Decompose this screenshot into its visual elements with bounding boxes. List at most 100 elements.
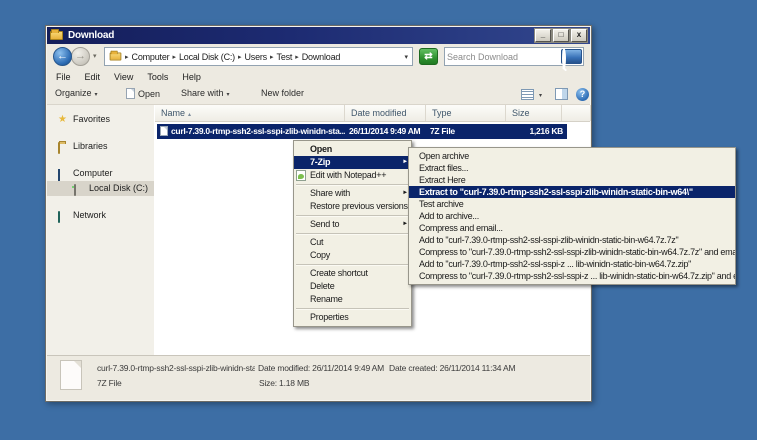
seven-zip-submenu: Open archive Extract files... Extract He… bbox=[408, 147, 736, 285]
open-button[interactable]: Open bbox=[126, 88, 160, 99]
title-bar[interactable]: Download _ □ x bbox=[47, 27, 590, 44]
sidebar-item-local-disk-c[interactable]: Local Disk (C:) bbox=[47, 181, 154, 196]
menu-separator bbox=[296, 233, 409, 234]
folder-icon bbox=[50, 31, 63, 40]
context-menu-item-cut[interactable]: Cut bbox=[294, 236, 411, 249]
column-header-type[interactable]: Type bbox=[426, 105, 506, 121]
history-dropdown-icon[interactable]: ▾ bbox=[93, 52, 97, 60]
context-menu-item-delete[interactable]: Delete bbox=[294, 280, 411, 293]
context-menu-item-copy[interactable]: Copy bbox=[294, 249, 411, 262]
command-toolbar: Organize▾ Open Share with▾ New folder ▾ … bbox=[47, 85, 590, 104]
breadcrumb-item-computer[interactable]: Computer bbox=[132, 52, 170, 62]
file-row-selected[interactable]: curl-7.39.0-rtmp-ssh2-ssl-sspi-zlib-wini… bbox=[157, 124, 567, 139]
column-header-blank[interactable] bbox=[562, 105, 591, 121]
submenu-item-extract-here[interactable]: Extract Here bbox=[409, 174, 735, 186]
refresh-button[interactable]: ⇄ bbox=[419, 48, 438, 65]
address-folder-icon bbox=[110, 52, 122, 60]
sort-ascending-icon: ▴ bbox=[188, 112, 191, 118]
preview-pane-button[interactable] bbox=[555, 88, 568, 100]
menu-help[interactable]: Help bbox=[182, 72, 201, 82]
menu-tools[interactable]: Tools bbox=[147, 72, 168, 82]
context-menu-item-edit-with-notepad[interactable]: Edit with Notepad++ bbox=[294, 169, 411, 182]
help-button[interactable]: ? bbox=[576, 88, 589, 101]
submenu-item-test-archive[interactable]: Test archive bbox=[409, 198, 735, 210]
share-with-button[interactable]: Share with▾ bbox=[181, 88, 230, 98]
breadcrumb-arrow-icon: ▸ bbox=[172, 53, 176, 61]
search-button[interactable] bbox=[561, 49, 582, 64]
details-pane: curl-7.39.0-rtmp-ssh2-ssl-sspi-zlib-wini… bbox=[47, 355, 590, 396]
menu-separator bbox=[296, 215, 409, 216]
submenu-item-add-to-archive[interactable]: Add to archive... bbox=[409, 210, 735, 222]
maximize-button[interactable]: □ bbox=[553, 29, 569, 42]
address-bar[interactable]: ▸ Computer ▸ Local Disk (C:) ▸ Users ▸ T… bbox=[104, 47, 413, 66]
close-button[interactable]: x bbox=[571, 29, 587, 42]
context-menu-item-create-shortcut[interactable]: Create shortcut bbox=[294, 267, 411, 280]
submenu-item-extract-files[interactable]: Extract files... bbox=[409, 162, 735, 174]
file-type: 7Z File bbox=[430, 124, 506, 139]
disk-drive-icon bbox=[74, 184, 76, 196]
context-menu-item-restore-previous-versions[interactable]: Restore previous versions bbox=[294, 200, 411, 213]
menu-view[interactable]: View bbox=[114, 72, 133, 82]
7z-file-large-icon bbox=[60, 360, 82, 390]
details-size: Size: 1.18 MB bbox=[259, 378, 309, 388]
context-menu-item-share-with[interactable]: Share with► bbox=[294, 187, 411, 200]
7z-file-icon bbox=[160, 126, 168, 136]
sidebar-item-computer[interactable]: Computer bbox=[47, 166, 154, 181]
change-view-button[interactable] bbox=[521, 89, 534, 100]
change-view-dropdown-icon[interactable]: ▾ bbox=[539, 92, 542, 99]
menu-edit[interactable]: Edit bbox=[85, 72, 101, 82]
context-menu-item-send-to[interactable]: Send to► bbox=[294, 218, 411, 231]
file-name: curl-7.39.0-rtmp-ssh2-ssl-sspi-zlib-wini… bbox=[171, 124, 345, 139]
forward-button[interactable]: → bbox=[71, 47, 90, 66]
submenu-item-open-archive[interactable]: Open archive bbox=[409, 150, 735, 162]
chevron-down-icon: ▾ bbox=[95, 92, 98, 98]
search-box[interactable] bbox=[444, 47, 584, 66]
breadcrumb-item-users[interactable]: Users bbox=[244, 52, 267, 62]
breadcrumb-item-test[interactable]: Test bbox=[277, 52, 293, 62]
submenu-item-compress-to-zip-and-email[interactable]: Compress to "curl-7.39.0-rtmp-ssh2-ssl-s… bbox=[409, 270, 735, 282]
sidebar-item-network[interactable]: Network bbox=[47, 208, 154, 223]
breadcrumb-arrow-icon: ▸ bbox=[238, 53, 242, 61]
window-title: Download bbox=[68, 30, 533, 41]
organize-button[interactable]: Organize▾ bbox=[55, 88, 98, 98]
search-icon bbox=[562, 48, 566, 69]
breadcrumb-arrow-icon: ▸ bbox=[295, 53, 299, 61]
submenu-item-add-to-zip[interactable]: Add to "curl-7.39.0-rtmp-ssh2-ssl-sspi-z… bbox=[409, 258, 735, 270]
menu-file[interactable]: File bbox=[56, 72, 71, 82]
sidebar-item-favorites[interactable]: ★ Favorites bbox=[47, 112, 154, 127]
sidebar-item-libraries[interactable]: Libraries bbox=[47, 139, 154, 154]
breadcrumb-item-local-disk[interactable]: Local Disk (C:) bbox=[179, 52, 235, 62]
context-menu-item-7zip[interactable]: 7-Zip► bbox=[294, 156, 411, 169]
breadcrumb-arrow-icon: ▸ bbox=[270, 53, 274, 61]
menu-separator bbox=[296, 264, 409, 265]
context-menu-item-rename[interactable]: Rename bbox=[294, 293, 411, 306]
submenu-item-compress-and-email[interactable]: Compress and email... bbox=[409, 222, 735, 234]
menu-bar: File Edit View Tools Help bbox=[47, 69, 590, 85]
network-icon bbox=[58, 211, 60, 223]
column-header-row: Name▴ Date modified Type Size bbox=[155, 105, 590, 122]
context-menu-item-properties[interactable]: Properties bbox=[294, 311, 411, 324]
submenu-item-extract-to-folder[interactable]: Extract to "curl-7.39.0-rtmp-ssh2-ssl-ss… bbox=[409, 186, 735, 198]
libraries-icon bbox=[58, 142, 60, 154]
file-size: 1,216 KB bbox=[506, 124, 563, 139]
menu-separator bbox=[296, 184, 409, 185]
submenu-item-add-to-7z[interactable]: Add to "curl-7.39.0-rtmp-ssh2-ssl-sspi-z… bbox=[409, 234, 735, 246]
details-file-type: 7Z File bbox=[97, 378, 122, 388]
new-folder-button[interactable]: New folder bbox=[261, 88, 304, 98]
chevron-down-icon: ▾ bbox=[227, 92, 230, 98]
search-input[interactable] bbox=[447, 49, 557, 64]
column-header-name[interactable]: Name▴ bbox=[155, 105, 345, 121]
minimize-button[interactable]: _ bbox=[535, 29, 551, 42]
column-header-size[interactable]: Size bbox=[506, 105, 562, 121]
address-dropdown-icon[interactable]: ▾ bbox=[404, 53, 408, 61]
column-header-date-modified[interactable]: Date modified bbox=[345, 105, 426, 121]
navigation-pane: ★ Favorites Libraries Computer Local Dis… bbox=[47, 105, 154, 355]
back-button[interactable]: ← bbox=[53, 47, 72, 66]
context-menu-item-open[interactable]: Open bbox=[294, 143, 411, 156]
star-icon: ★ bbox=[58, 114, 70, 125]
breadcrumb-arrow-icon: ▸ bbox=[125, 53, 129, 61]
submenu-item-compress-to-7z-and-email[interactable]: Compress to "curl-7.39.0-rtmp-ssh2-ssl-s… bbox=[409, 246, 735, 258]
breadcrumb-item-download[interactable]: Download bbox=[302, 52, 340, 62]
address-row: ← → ▾ ▸ Computer ▸ Local Disk (C:) ▸ Use… bbox=[47, 44, 590, 69]
desktop: Download _ □ x ← → ▾ ▸ Computer ▸ Local … bbox=[0, 0, 757, 440]
